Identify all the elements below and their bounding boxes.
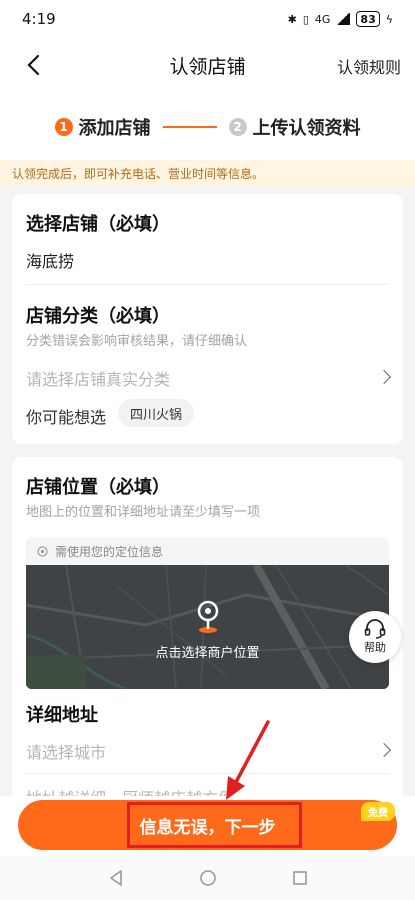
status-bar: 4:19 ✱ ▯ 4G 83 ϟ (0, 0, 415, 38)
page-title: 认领店铺 (169, 55, 246, 78)
signal-icon (336, 13, 351, 25)
step-connector (162, 126, 217, 128)
divider (26, 284, 389, 285)
headset-icon (364, 619, 386, 639)
location-subtitle: 地图上的位置和详细地址请至少填写一项 (26, 505, 261, 520)
back-button[interactable] (18, 50, 48, 80)
step-add-shop: 1 添加店铺 (54, 114, 151, 140)
claim-rules-link[interactable]: 认领规则 (337, 54, 401, 78)
claim-shop-page: 4:19 ✱ ▯ 4G 83 ϟ 认领店铺 认领规则 1 添加店铺 2 上传认领… (0, 0, 415, 900)
help-label: 帮助 (364, 641, 386, 654)
step-number: 1 (54, 118, 73, 136)
top-nav-bar: 认领店铺 认领规则 (0, 38, 415, 92)
category-subtitle: 分类错误会影响审核结果，请仔细确认 (26, 334, 248, 349)
free-badge: 免费 (361, 802, 395, 821)
notice-banner: 认领完成后，即可补充电话、营业时间等信息。 (0, 160, 415, 186)
map-label: 点击选择商户位置 (155, 646, 260, 661)
shop-info-card: 选择店铺（必填） 海底捞 店铺分类（必填） 分类错误会影响审核结果，请仔细确认 … (12, 194, 403, 444)
charging-icon: ϟ (385, 12, 393, 26)
location-title: 店铺位置（必填） (26, 477, 170, 498)
system-home-icon[interactable] (199, 869, 217, 887)
location-card: 店铺位置（必填） 地图上的位置和详细地址请至少填写一项 需使用您的定位信息 点击… (12, 457, 403, 817)
map-picker[interactable]: 点击选择商户位置 (26, 565, 389, 689)
step-label: 上传认领资料 (252, 118, 361, 139)
locate-icon (37, 545, 48, 557)
category-title: 店铺分类（必填） (26, 306, 170, 327)
location-permission-text: 需使用您的定位信息 (55, 544, 164, 559)
network-label: 4G (314, 12, 331, 26)
shop-select-title: 选择店铺（必填） (26, 214, 170, 235)
system-nav-bar (0, 856, 415, 900)
map-pin-icon (197, 600, 219, 633)
chevron-right-icon (376, 369, 392, 385)
vibrate-icon: ▯ (302, 12, 309, 26)
shop-select-value[interactable]: 海底捞 (26, 248, 74, 272)
chevron-left-icon (27, 54, 40, 76)
step-label: 添加店铺 (78, 118, 151, 139)
bluetooth-icon: ✱ (287, 12, 297, 26)
system-recents-icon[interactable] (292, 870, 308, 886)
system-back-icon[interactable] (107, 869, 125, 887)
status-icons: ✱ ▯ 4G 83 ϟ (288, 11, 393, 27)
category-select[interactable]: 请选择店铺真实分类 (26, 366, 170, 390)
step-number: 2 (228, 118, 247, 136)
highlight-box (127, 802, 302, 848)
progress-steps: 1 添加店铺 2 上传认领资料 (0, 92, 415, 162)
address-title: 详细地址 (26, 705, 98, 726)
city-select[interactable]: 请选择城市 (26, 739, 106, 763)
location-permission-hint[interactable]: 需使用您的定位信息 (26, 537, 389, 565)
divider (26, 773, 389, 774)
step-upload-materials: 2 上传认领资料 (228, 114, 361, 140)
suggest-label: 你可能想选 (26, 408, 107, 427)
help-button[interactable]: 帮助 (349, 611, 401, 663)
category-suggestion-chip[interactable]: 四川火锅 (118, 399, 195, 427)
chevron-right-icon (376, 742, 392, 758)
status-time: 4:19 (22, 10, 56, 28)
battery-indicator: 83 (356, 11, 380, 27)
